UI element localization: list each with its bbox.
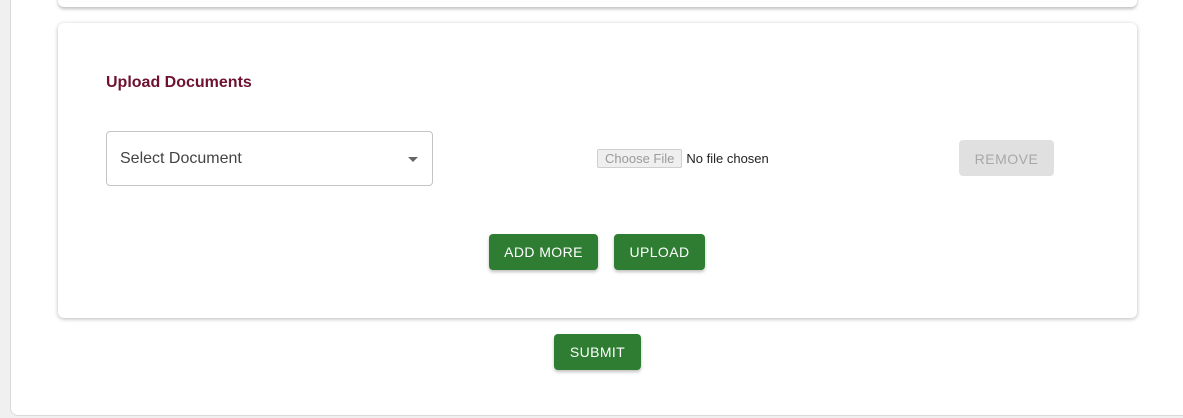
upload-button[interactable]: UPLOAD: [614, 234, 705, 270]
add-more-button[interactable]: ADD MORE: [489, 234, 598, 270]
file-input: Choose File No file chosen: [597, 148, 769, 168]
select-document-dropdown[interactable]: Select Document: [106, 131, 433, 186]
upload-documents-card: Upload Documents Select Document Choose …: [58, 23, 1137, 318]
remove-button[interactable]: REMOVE: [959, 140, 1054, 176]
chevron-down-icon: [408, 157, 418, 162]
previous-card: [58, 0, 1137, 7]
submit-button[interactable]: SUBMIT: [554, 334, 641, 370]
file-status-text: No file chosen: [686, 150, 769, 166]
section-title: Upload Documents: [106, 74, 252, 91]
choose-file-button[interactable]: Choose File: [597, 148, 683, 168]
select-document-label: Select Document: [120, 150, 242, 167]
